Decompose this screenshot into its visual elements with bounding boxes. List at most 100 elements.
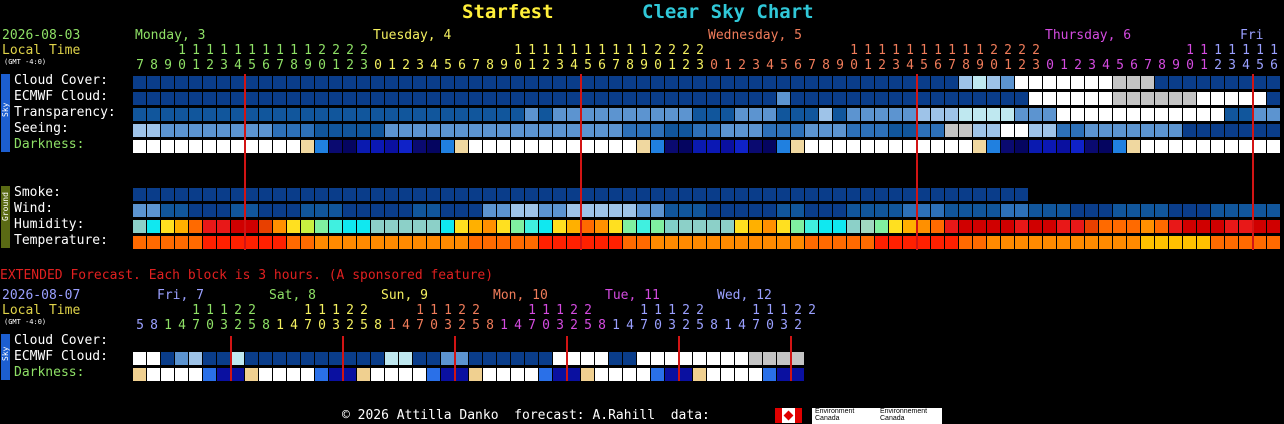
block-wind[interactable]	[385, 204, 398, 217]
block-ecmwf-cloud[interactable]	[315, 92, 328, 105]
block-ecmwf-cloud[interactable]	[385, 92, 398, 105]
block-transparency[interactable]	[1225, 108, 1238, 121]
block-darkness[interactable]	[819, 140, 832, 153]
block-cloud-cover[interactable]	[539, 76, 552, 89]
block-cloud-cover[interactable]	[217, 76, 230, 89]
block-darkness[interactable]	[147, 140, 160, 153]
ext-block-ecmwf-cloud[interactable]	[553, 352, 566, 365]
block-seeing[interactable]	[1085, 124, 1098, 137]
block-temperature[interactable]	[161, 236, 174, 249]
block-transparency[interactable]	[203, 108, 216, 121]
block-humidity[interactable]	[273, 220, 286, 233]
block-ecmwf-cloud[interactable]	[343, 92, 356, 105]
ext-block-ecmwf-cloud[interactable]	[413, 352, 426, 365]
block-seeing[interactable]	[1099, 124, 1112, 137]
block-wind[interactable]	[259, 204, 272, 217]
block-cloud-cover[interactable]	[1169, 76, 1182, 89]
ext-block-ecmwf-cloud[interactable]	[749, 352, 762, 365]
block-cloud-cover[interactable]	[847, 76, 860, 89]
block-seeing[interactable]	[175, 124, 188, 137]
block-humidity[interactable]	[749, 220, 762, 233]
block-darkness[interactable]	[665, 140, 678, 153]
block-temperature[interactable]	[1239, 236, 1252, 249]
block-cloud-cover[interactable]	[133, 76, 146, 89]
ext-block-darkness[interactable]	[287, 368, 300, 381]
block-ecmwf-cloud[interactable]	[287, 92, 300, 105]
block-cloud-cover[interactable]	[1099, 76, 1112, 89]
block-smoke[interactable]	[945, 188, 958, 201]
block-darkness[interactable]	[1239, 140, 1252, 153]
block-ecmwf-cloud[interactable]	[371, 92, 384, 105]
ext-block-ecmwf-cloud[interactable]	[427, 352, 440, 365]
block-transparency[interactable]	[903, 108, 916, 121]
block-temperature[interactable]	[315, 236, 328, 249]
block-wind[interactable]	[861, 204, 874, 217]
block-wind[interactable]	[581, 204, 594, 217]
ext-block-darkness[interactable]	[581, 368, 594, 381]
block-seeing[interactable]	[931, 124, 944, 137]
block-seeing[interactable]	[1127, 124, 1140, 137]
block-darkness[interactable]	[455, 140, 468, 153]
block-darkness[interactable]	[511, 140, 524, 153]
block-transparency[interactable]	[707, 108, 720, 121]
block-wind[interactable]	[721, 204, 734, 217]
block-cloud-cover[interactable]	[581, 76, 594, 89]
block-transparency[interactable]	[301, 108, 314, 121]
block-seeing[interactable]	[1029, 124, 1042, 137]
block-humidity[interactable]	[259, 220, 272, 233]
block-ecmwf-cloud[interactable]	[1057, 92, 1070, 105]
block-temperature[interactable]	[1113, 236, 1126, 249]
block-smoke[interactable]	[581, 188, 594, 201]
block-cloud-cover[interactable]	[777, 76, 790, 89]
block-cloud-cover[interactable]	[1197, 76, 1210, 89]
block-transparency[interactable]	[721, 108, 734, 121]
block-ecmwf-cloud[interactable]	[609, 92, 622, 105]
ext-block-darkness[interactable]	[595, 368, 608, 381]
block-transparency[interactable]	[525, 108, 538, 121]
block-seeing[interactable]	[665, 124, 678, 137]
block-temperature[interactable]	[497, 236, 510, 249]
block-cloud-cover[interactable]	[1071, 76, 1084, 89]
block-wind[interactable]	[777, 204, 790, 217]
block-temperature[interactable]	[595, 236, 608, 249]
block-transparency[interactable]	[847, 108, 860, 121]
block-darkness[interactable]	[623, 140, 636, 153]
block-cloud-cover[interactable]	[903, 76, 916, 89]
block-cloud-cover[interactable]	[973, 76, 986, 89]
block-darkness[interactable]	[693, 140, 706, 153]
block-seeing[interactable]	[1001, 124, 1014, 137]
block-transparency[interactable]	[1141, 108, 1154, 121]
block-humidity[interactable]	[777, 220, 790, 233]
block-seeing[interactable]	[455, 124, 468, 137]
ext-block-ecmwf-cloud[interactable]	[497, 352, 510, 365]
block-temperature[interactable]	[539, 236, 552, 249]
block-wind[interactable]	[917, 204, 930, 217]
block-humidity[interactable]	[161, 220, 174, 233]
block-cloud-cover[interactable]	[1141, 76, 1154, 89]
block-darkness[interactable]	[1057, 140, 1070, 153]
block-wind[interactable]	[497, 204, 510, 217]
block-darkness[interactable]	[777, 140, 790, 153]
block-humidity[interactable]	[1197, 220, 1210, 233]
block-transparency[interactable]	[1029, 108, 1042, 121]
block-smoke[interactable]	[413, 188, 426, 201]
ext-block-darkness[interactable]	[245, 368, 258, 381]
block-cloud-cover[interactable]	[455, 76, 468, 89]
block-transparency[interactable]	[833, 108, 846, 121]
block-smoke[interactable]	[483, 188, 496, 201]
block-transparency[interactable]	[875, 108, 888, 121]
block-smoke[interactable]	[329, 188, 342, 201]
ext-block-ecmwf-cloud[interactable]	[511, 352, 524, 365]
block-humidity[interactable]	[1085, 220, 1098, 233]
block-transparency[interactable]	[413, 108, 426, 121]
block-ecmwf-cloud[interactable]	[1197, 92, 1210, 105]
block-transparency[interactable]	[749, 108, 762, 121]
block-ecmwf-cloud[interactable]	[623, 92, 636, 105]
block-ecmwf-cloud[interactable]	[1015, 92, 1028, 105]
block-temperature[interactable]	[903, 236, 916, 249]
block-temperature[interactable]	[749, 236, 762, 249]
ext-sky-tab[interactable]: Sky	[1, 334, 10, 380]
block-seeing[interactable]	[735, 124, 748, 137]
ext-block-darkness[interactable]	[623, 368, 636, 381]
block-temperature[interactable]	[1267, 236, 1280, 249]
